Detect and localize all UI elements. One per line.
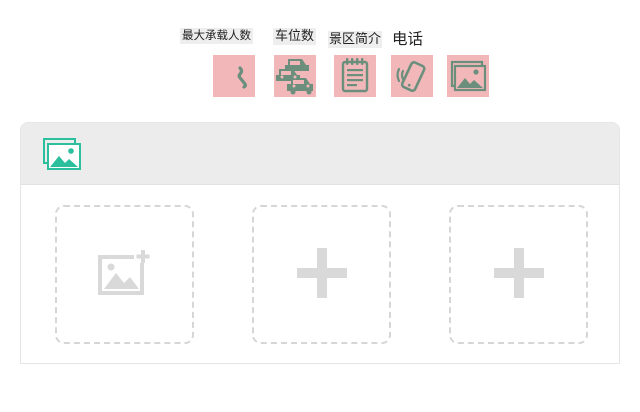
image-upload-card [20,122,620,364]
gallery-icon[interactable] [447,55,489,97]
upload-slot-3[interactable] [449,205,588,344]
upload-slot-2[interactable] [252,205,391,344]
cars-icon[interactable] [274,55,316,97]
label-phone: 电话 [392,30,424,48]
label-scenic-intro: 景区简介 [328,31,383,48]
notepad-icon[interactable] [334,55,376,97]
vibrating-phone-icon[interactable] [391,55,433,97]
card-header [21,123,619,185]
plus-icon [493,247,545,303]
page: 最大承载人数 车位数 景区简介 电话 [0,0,640,412]
add-image-icon [97,248,152,301]
plus-icon [296,247,348,303]
gallery-icon [43,138,81,174]
phone-curve-icon[interactable] [213,55,255,97]
label-max-capacity: 最大承载人数 [180,28,253,44]
label-parking-spaces: 车位数 [273,28,317,45]
upload-slot-1[interactable] [55,205,194,344]
